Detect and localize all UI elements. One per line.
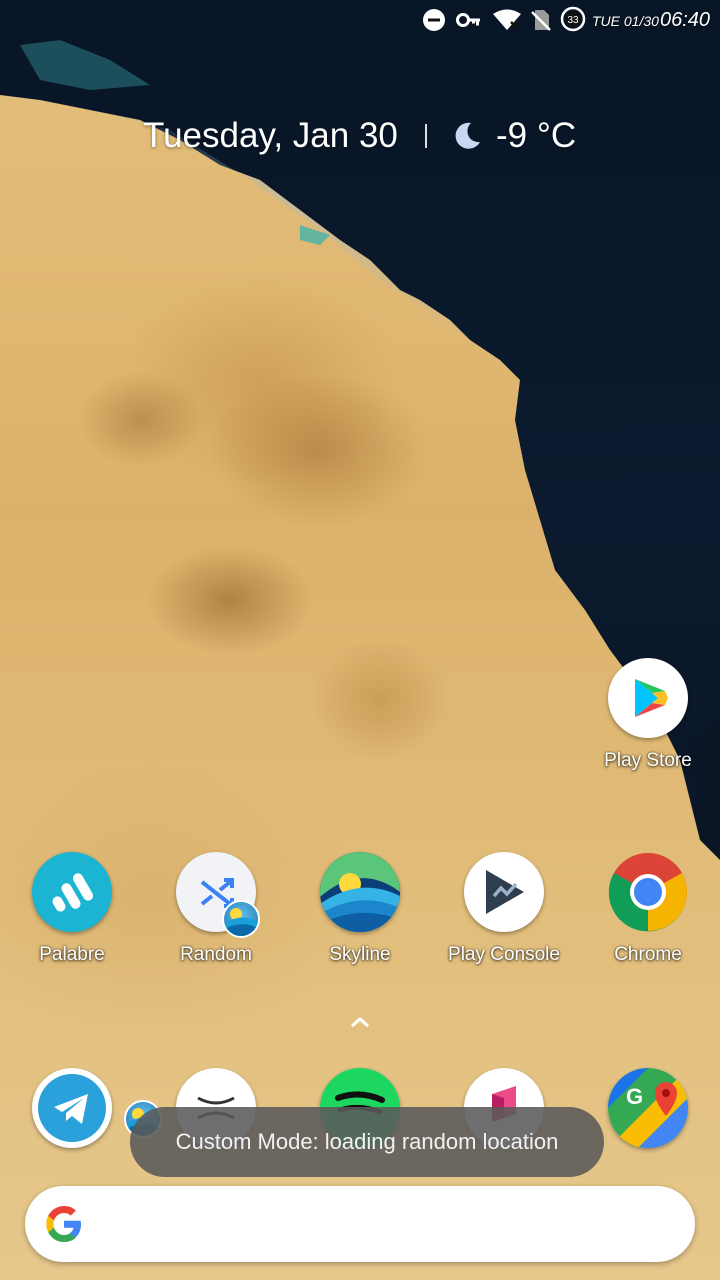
chevron-up-icon[interactable] xyxy=(348,1014,372,1035)
svg-text:33: 33 xyxy=(567,15,579,26)
app-label: Palabre xyxy=(39,944,105,965)
random-shuffle-icon xyxy=(176,852,260,938)
play-console-icon xyxy=(464,852,544,932)
app-label: Play Console xyxy=(448,944,560,965)
telegram-icon xyxy=(32,1068,162,1148)
app-label: Play Store xyxy=(604,750,692,771)
wifi-icon xyxy=(492,8,522,37)
status-time: 06:40 xyxy=(660,9,711,31)
app-play-store[interactable]: Play Store xyxy=(578,658,718,772)
skyline-badge-icon xyxy=(222,900,260,938)
toast-message: Custom Mode: loading random location xyxy=(130,1107,604,1177)
app-play-console[interactable]: Play Console xyxy=(434,852,574,966)
app-random[interactable]: Random xyxy=(146,852,286,966)
app-label: Skyline xyxy=(329,944,391,965)
no-sim-icon xyxy=(530,8,552,37)
status-bar: 33 TUE 01/30 06:40 xyxy=(0,0,720,40)
do-not-disturb-icon xyxy=(422,8,446,37)
app-chrome[interactable]: Chrome xyxy=(578,852,718,966)
dock-telegram[interactable] xyxy=(2,1068,162,1148)
moon-icon xyxy=(451,120,483,157)
widget-divider xyxy=(425,124,427,148)
skyline-icon xyxy=(320,852,400,932)
data-saver-icon: 33 xyxy=(560,6,586,37)
chrome-icon xyxy=(608,852,688,932)
app-label: Random xyxy=(180,944,252,965)
google-maps-icon: G xyxy=(608,1068,688,1148)
vpn-key-icon xyxy=(456,8,482,37)
palabre-icon xyxy=(32,852,112,932)
widget-date[interactable]: Tuesday, Jan 30 xyxy=(143,116,398,156)
google-g-icon[interactable] xyxy=(45,1205,83,1248)
widget-temperature[interactable]: -9 °C xyxy=(496,116,576,156)
status-date: TUE 01/30 xyxy=(592,13,659,29)
google-search-bar[interactable] xyxy=(25,1186,695,1262)
date-weather-widget[interactable]: Tuesday, Jan 30 -9 °C xyxy=(0,112,720,162)
app-label: Chrome xyxy=(614,944,682,965)
app-palabre[interactable]: Palabre xyxy=(2,852,142,966)
play-store-icon xyxy=(608,658,688,738)
svg-text:G: G xyxy=(626,1084,643,1109)
app-skyline[interactable]: Skyline xyxy=(290,852,430,966)
